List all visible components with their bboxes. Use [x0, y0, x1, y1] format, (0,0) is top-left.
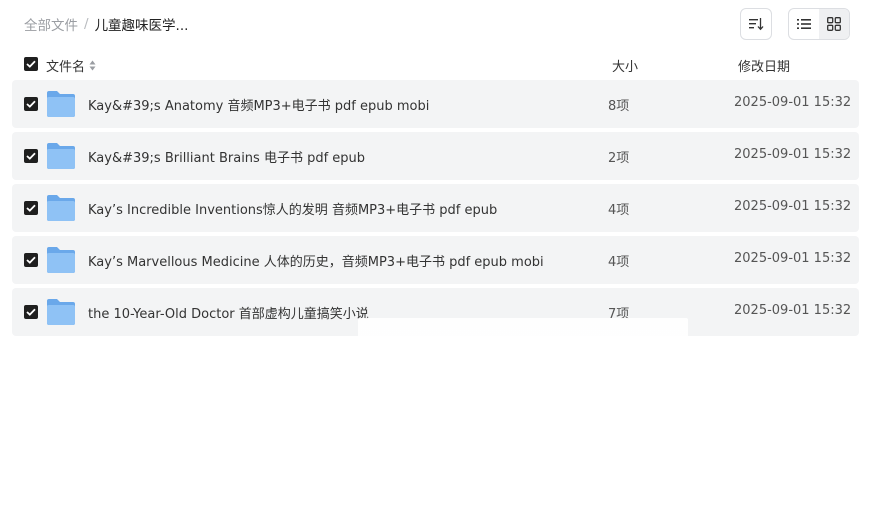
file-list: Kay&#39;s Anatomy 音频MP3+电子书 pdf epub mob… [12, 80, 859, 340]
file-name[interactable]: Kay&#39;s Brilliant Brains 电子书 pdf epub [88, 147, 365, 166]
row-checkbox[interactable] [24, 253, 38, 267]
breadcrumb-current: 儿童趣味医学... [94, 18, 189, 34]
table-row[interactable]: Kay&#39;s Brilliant Brains 电子书 pdf epub … [12, 132, 859, 180]
table-row[interactable]: Kay&#39;s Anatomy 音频MP3+电子书 pdf epub mob… [12, 80, 859, 128]
breadcrumb: 全部文件 / 儿童趣味医学... [24, 14, 189, 34]
folder-icon [47, 195, 75, 221]
file-browser: 全部文件 / 儿童趣味医学... 文件名 大小 修改日期 Kay&#39;s A… [0, 0, 874, 514]
column-date-header[interactable]: 修改日期 [738, 56, 790, 75]
column-name-header[interactable]: 文件名 [46, 56, 96, 75]
file-date: 2025-09-01 15:32 [734, 95, 852, 110]
checkmark-icon [26, 256, 36, 264]
list-view-button[interactable] [789, 9, 819, 39]
select-all-checkbox[interactable] [24, 57, 38, 71]
folder-icon [47, 91, 75, 117]
checkmark-icon [26, 100, 36, 108]
checkmark-icon [26, 204, 36, 212]
breadcrumb-root-link[interactable]: 全部文件 [24, 14, 78, 34]
list-view-icon [797, 19, 811, 29]
file-date: 2025-09-01 15:32 [734, 147, 852, 162]
folder-icon [47, 143, 75, 169]
row-checkbox[interactable] [24, 149, 38, 163]
sort-button[interactable] [740, 8, 772, 40]
file-size: 2项 [608, 151, 630, 166]
grid-view-button[interactable] [819, 9, 849, 39]
sort-icon [749, 18, 764, 31]
grid-view-icon [827, 17, 841, 31]
file-name[interactable]: Kay&#39;s Anatomy 音频MP3+电子书 pdf epub mob… [88, 95, 429, 114]
view-toggle [788, 8, 850, 40]
column-size-header[interactable]: 大小 [612, 56, 638, 75]
file-size: 4项 [608, 255, 630, 270]
file-date: 2025-09-01 15:32 [734, 199, 852, 214]
overlay-panel [358, 318, 688, 418]
column-header: 文件名 大小 修改日期 [12, 50, 859, 78]
breadcrumb-separator: / [84, 16, 89, 32]
row-checkbox[interactable] [24, 305, 38, 319]
row-checkbox[interactable] [24, 201, 38, 215]
checkmark-icon [26, 60, 36, 68]
folder-icon [47, 247, 75, 273]
file-date: 2025-09-01 15:32 [734, 303, 852, 318]
checkmark-icon [26, 152, 36, 160]
table-row[interactable]: Kay’s Marvellous Medicine 人体的历史，音频MP3+电子… [12, 236, 859, 284]
row-checkbox[interactable] [24, 97, 38, 111]
table-row[interactable]: Kay’s Incredible Inventions惊人的发明 音频MP3+电… [12, 184, 859, 232]
column-name-label: 文件名 [46, 60, 86, 75]
file-name[interactable]: Kay’s Marvellous Medicine 人体的历史，音频MP3+电子… [88, 251, 544, 270]
file-name[interactable]: the 10-Year-Old Doctor 首部虚构儿童搞笑小说 [88, 303, 369, 322]
checkmark-icon [26, 308, 36, 316]
folder-icon [47, 299, 75, 325]
file-size: 8项 [608, 99, 630, 114]
file-date: 2025-09-01 15:32 [734, 251, 852, 266]
file-size: 4项 [608, 203, 630, 218]
file-name[interactable]: Kay’s Incredible Inventions惊人的发明 音频MP3+电… [88, 199, 497, 218]
sort-caret-icon [89, 60, 96, 71]
